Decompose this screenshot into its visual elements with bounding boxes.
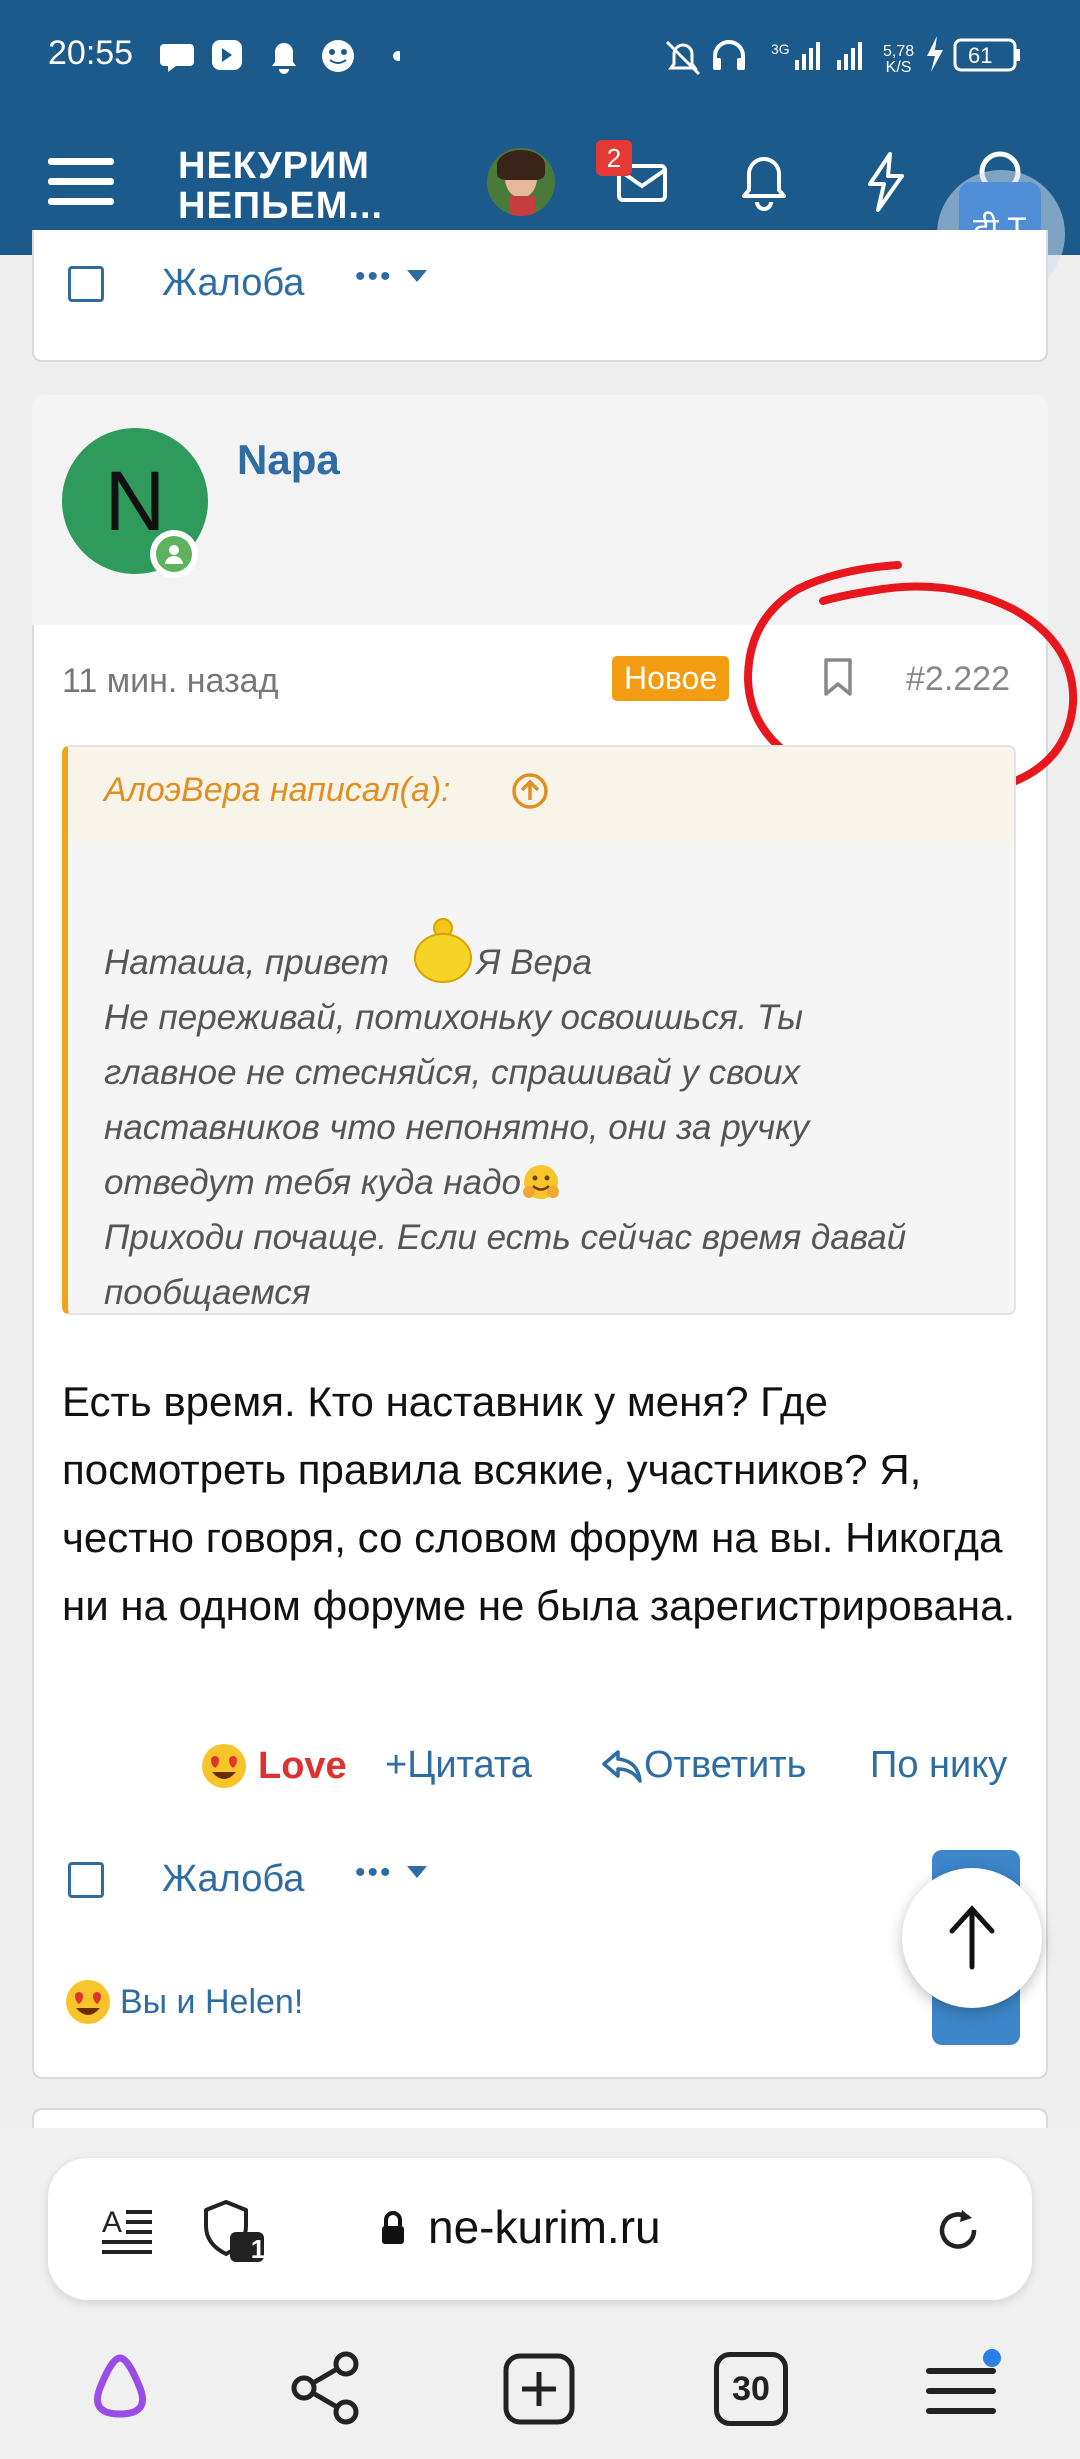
quote-header: АлоэВера написал(а): [68, 747, 1014, 841]
post-time[interactable]: 11 мин. назад [62, 662, 278, 701]
select-checkbox[interactable] [68, 1862, 104, 1898]
lightning-icon[interactable] [860, 150, 910, 214]
quote-text: Наташа, привет Я Вера Не переживай, поти… [104, 912, 1004, 1320]
address-bar[interactable]: A 1 ne-kurim.ru [48, 2158, 1032, 2300]
more-menu[interactable]: ••• [355, 1856, 431, 1890]
report-link[interactable]: Жалоба [162, 1858, 304, 1901]
user-avatar[interactable] [487, 148, 555, 216]
by-nick-button[interactable]: По нику [870, 1744, 1007, 1787]
site-logo[interactable]: НЕКУРИМ НЕПЬЕМ... [178, 146, 383, 226]
battery-level: 61 [968, 43, 993, 68]
alice-assistant-icon[interactable] [80, 2348, 160, 2428]
select-checkbox[interactable] [68, 266, 104, 302]
chevron-down-icon [406, 1866, 427, 1878]
bell-icon[interactable] [738, 150, 790, 212]
reply-arrow-icon [602, 1749, 642, 1783]
reply-button[interactable]: Ответить [600, 1744, 806, 1787]
reader-mode-icon[interactable]: A [100, 2202, 156, 2254]
post-message: Есть время. Кто наставник у меня? Где по… [62, 1378, 1016, 1629]
love-label: Love [258, 1744, 347, 1787]
arrow-up-icon [949, 1905, 995, 1970]
status-time: 20:55 [48, 34, 134, 72]
quote-button[interactable]: +Цитата [385, 1744, 532, 1787]
network-speed: 5,78 K/S [883, 43, 915, 76]
emoji-sticker-icon [413, 918, 472, 983]
share-icon[interactable] [290, 2350, 366, 2426]
plus-icon: + [385, 1744, 408, 1786]
new-badge: Новое [612, 656, 730, 701]
menu-icon[interactable] [48, 152, 114, 212]
new-tab-icon[interactable] [502, 2352, 576, 2426]
heart-eyes-emoji-icon [66, 1980, 110, 2024]
scroll-to-top-button[interactable] [902, 1868, 1042, 2008]
inbox-badge: 2 [596, 140, 632, 176]
reload-icon[interactable] [930, 2202, 986, 2258]
quote-block: АлоэВера написал(а): Наташа, привет Я Ве… [62, 745, 1016, 1315]
quote-author[interactable]: АлоэВера написал(а): [104, 771, 451, 810]
hugging-face-emoji-icon [522, 1165, 559, 1199]
online-indicator [150, 530, 198, 578]
tabs-counter-button[interactable]: 30 [714, 2352, 788, 2426]
love-reaction-button[interactable]: Love [198, 1740, 347, 1792]
arrow-up-circle-icon[interactable] [510, 771, 550, 811]
report-link[interactable]: Жалоба [162, 262, 304, 305]
author-name[interactable]: Napa [237, 436, 340, 484]
tracker-count: 1 [250, 2234, 266, 2264]
chevron-down-icon [406, 270, 427, 282]
heart-eyes-emoji-icon [202, 1744, 246, 1788]
svg-text:A: A [102, 2206, 122, 2239]
url-text[interactable]: ne-kurim.ru [428, 2200, 661, 2254]
lock-icon [382, 2211, 404, 2244]
reactions-summary[interactable]: Вы и Helen! [62, 1976, 303, 2028]
browser-menu-icon[interactable] [922, 2348, 1006, 2428]
notification-icons [160, 40, 400, 74]
status-bar: 20:55 3G 5,78 K/S 61 [0, 0, 1080, 110]
person-icon [165, 545, 183, 564]
svg-text:3G: 3G [771, 41, 790, 57]
more-menu[interactable]: ••• [355, 260, 431, 294]
